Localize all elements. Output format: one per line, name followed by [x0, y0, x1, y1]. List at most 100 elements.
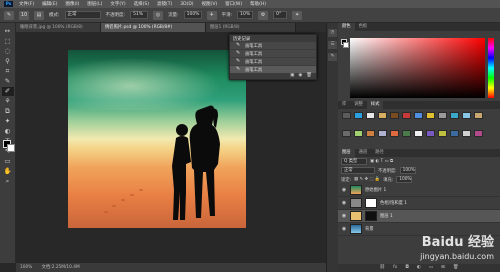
eye-icon[interactable]: ◉ — [341, 226, 347, 232]
stamp-tool-icon[interactable]: ⚘ — [2, 97, 14, 106]
style-swatch[interactable] — [450, 112, 459, 119]
dodge-tool-icon[interactable]: ◐ — [2, 127, 14, 136]
brush-settings-icon[interactable]: ▤ — [34, 10, 44, 20]
link-icon[interactable]: ⛓ — [379, 264, 385, 272]
tab-adjustments[interactable]: 调整 — [350, 101, 367, 109]
mask-icon[interactable]: ◘ — [405, 264, 409, 272]
style-swatch[interactable] — [354, 112, 363, 119]
trash-icon[interactable]: 🗑 — [306, 73, 312, 79]
tab-color[interactable]: 颜色 — [338, 23, 355, 31]
airbrush-icon[interactable]: ✈ — [206, 10, 217, 20]
style-swatch[interactable] — [438, 112, 447, 119]
style-swatch[interactable] — [366, 129, 375, 137]
pressure-opacity-icon[interactable]: ◎ — [153, 10, 164, 20]
brush-tool-icon[interactable]: ✐ — [1, 87, 14, 96]
opacity-field[interactable]: 51% — [130, 11, 149, 19]
layer-row[interactable]: ◉ 色相/饱和度 1 — [338, 197, 500, 210]
layer-row[interactable]: ◉ 原始图片 1 — [338, 184, 500, 197]
style-swatch[interactable] — [438, 129, 447, 137]
tab-document-2[interactable]: 情侣照片.psd @ 100% (RGB/8#) — [101, 23, 206, 32]
snapshot-icon[interactable]: ◉ — [298, 73, 302, 79]
menu-type[interactable]: 文字(Y) — [110, 1, 125, 7]
mode-select[interactable]: 正常 — [64, 11, 101, 19]
tab-channels[interactable]: 通道 — [355, 149, 372, 157]
history-panel-title[interactable]: 历史记录 — [230, 35, 316, 42]
style-swatch[interactable] — [462, 112, 471, 119]
saturation-brightness-field[interactable] — [350, 38, 485, 98]
style-swatch[interactable] — [402, 112, 411, 119]
hand-tool-icon[interactable]: ✋ — [2, 167, 14, 176]
eyedropper-tool-icon[interactable]: ✎ — [2, 77, 14, 86]
properties-panel-icon[interactable]: ☰ — [328, 41, 337, 49]
style-swatch[interactable] — [414, 112, 423, 119]
adjustment-layer-icon[interactable]: ◐ — [417, 264, 421, 272]
brush-size-picker[interactable]: 10 — [19, 10, 29, 20]
menu-help[interactable]: 帮助(H) — [250, 1, 266, 7]
quick-select-tool-icon[interactable]: ⚲ — [2, 57, 14, 66]
layer-opacity-field[interactable]: 100% — [399, 167, 416, 174]
style-swatch[interactable] — [354, 129, 363, 137]
filter-icons[interactable]: ▣ ◐ T ▭ ⧉ — [370, 159, 393, 164]
style-swatch[interactable] — [426, 112, 435, 119]
style-swatch[interactable] — [342, 112, 351, 119]
shape-tool-icon[interactable]: ▭ — [2, 157, 14, 166]
zoom-tool-icon[interactable]: ⌕ — [2, 177, 14, 186]
history-brush-tool-icon[interactable]: ⧉ — [2, 107, 14, 116]
tab-swatches[interactable]: 色板 — [355, 23, 372, 31]
history-item[interactable]: ✎ 画笔工具 — [230, 42, 316, 50]
fx-icon[interactable]: fx — [393, 264, 397, 272]
style-swatch[interactable] — [414, 129, 423, 137]
angle-field[interactable]: 0° — [273, 11, 288, 19]
hue-slider[interactable] — [488, 38, 494, 98]
folder-icon[interactable]: ▭ — [429, 264, 433, 272]
eraser-tool-icon[interactable]: ✦ — [2, 117, 14, 126]
tab-layers[interactable]: 图层 — [338, 149, 355, 157]
style-swatch[interactable] — [462, 129, 471, 137]
crop-tool-icon[interactable]: ⌗ — [2, 67, 14, 76]
smooth-settings-icon[interactable]: ⚙ — [258, 10, 269, 20]
tab-paths[interactable]: 路径 — [371, 149, 388, 157]
style-swatch[interactable] — [378, 129, 387, 137]
style-swatch[interactable] — [342, 129, 351, 137]
layer-row-selected[interactable]: ◉ 图层 1 — [338, 210, 500, 223]
lock-icons[interactable]: ▦ ✎ ✥ ⬚ 🔒 — [354, 177, 380, 182]
brush-panel-icon[interactable]: ✎ — [328, 53, 337, 61]
new-layer-icon[interactable]: ⊞ — [441, 264, 445, 272]
mini-background-swatch[interactable] — [343, 42, 349, 48]
style-swatch[interactable] — [474, 129, 483, 137]
menu-image[interactable]: 图像(I) — [65, 1, 79, 7]
eye-icon[interactable]: ◉ — [341, 200, 347, 206]
trash-icon[interactable]: 🗑 — [453, 264, 459, 272]
history-panel-icon[interactable]: ◷ — [328, 29, 337, 37]
marquee-tool-icon[interactable]: ⬚ — [2, 37, 14, 46]
tab-document-3[interactable]: 图层1 (RGB/8) — [206, 23, 296, 32]
style-swatch[interactable] — [402, 129, 411, 137]
menu-view[interactable]: 视图(V) — [202, 1, 218, 7]
layer-kind-filter[interactable]: Q 类型 — [341, 158, 367, 165]
fill-field[interactable]: 100% — [396, 176, 413, 183]
history-item[interactable]: ✎ 画笔工具 — [230, 50, 316, 58]
tab-styles[interactable]: 样式 — [366, 101, 384, 109]
tab-document-1[interactable]: 睡眠背景.jpg @ 100% (RGB/8) — [16, 23, 101, 32]
menu-3d[interactable]: 3D(D) — [180, 2, 193, 7]
menu-file[interactable]: 文件(F) — [19, 1, 34, 7]
menu-window[interactable]: 窗口(W) — [225, 1, 242, 7]
style-swatch[interactable] — [390, 112, 399, 119]
zoom-level[interactable]: 100% — [20, 265, 32, 270]
menu-select[interactable]: 选择(S) — [134, 1, 149, 7]
style-swatch[interactable] — [474, 112, 483, 119]
tab-libraries[interactable]: 库 — [338, 101, 350, 109]
style-swatch[interactable] — [390, 129, 399, 137]
menu-layer[interactable]: 图层(L) — [87, 1, 102, 7]
eye-icon[interactable]: ◉ — [341, 187, 347, 193]
smooth-field[interactable]: 10% — [237, 11, 254, 19]
history-item[interactable]: ✎ 画笔工具 — [230, 58, 316, 66]
eye-icon[interactable]: ◉ — [341, 213, 347, 219]
brush-tool-icon[interactable]: ✎ — [4, 10, 14, 20]
menu-filter[interactable]: 滤镜(T) — [157, 1, 172, 7]
style-swatch[interactable] — [450, 129, 459, 137]
background-color-swatch[interactable] — [7, 144, 15, 152]
new-document-icon[interactable]: ▣ — [290, 73, 294, 79]
blend-mode-select[interactable]: 正常 — [341, 167, 375, 174]
move-tool-icon[interactable]: ↔ — [2, 27, 14, 36]
